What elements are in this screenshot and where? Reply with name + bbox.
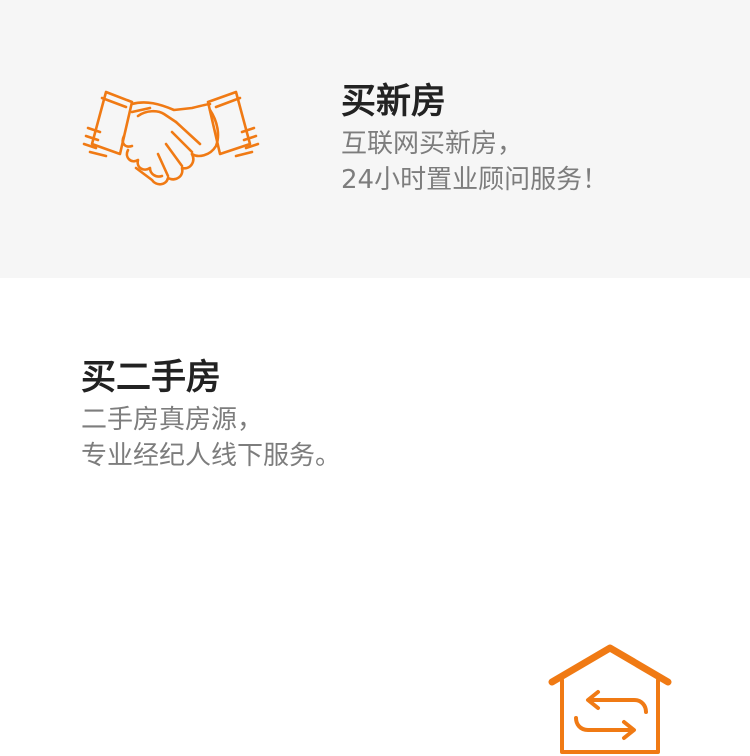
new-house-description: 互联网买新房， 24小时置业顾问服务！ bbox=[341, 126, 608, 198]
handshake-icon bbox=[82, 90, 260, 186]
used-house-desc-line1: 二手房真房源， bbox=[81, 405, 264, 435]
used-house-card[interactable]: 买二手房 二手房真房源， 专业经纪人线下服务。 bbox=[0, 278, 750, 754]
new-house-desc-line1: 互联网买新房， bbox=[341, 129, 524, 159]
used-house-title: 买二手房 bbox=[81, 358, 222, 398]
new-house-desc-line2: 24小时置业顾问服务！ bbox=[341, 165, 609, 195]
house-exchange-icon bbox=[548, 644, 672, 754]
used-house-description: 二手房真房源， 专业经纪人线下服务。 bbox=[81, 402, 341, 474]
used-house-desc-line2: 专业经纪人线下服务。 bbox=[81, 441, 342, 471]
new-house-card[interactable]: 买新房 互联网买新房， 24小时置业顾问服务！ bbox=[0, 0, 750, 278]
new-house-title: 买新房 bbox=[341, 82, 447, 122]
